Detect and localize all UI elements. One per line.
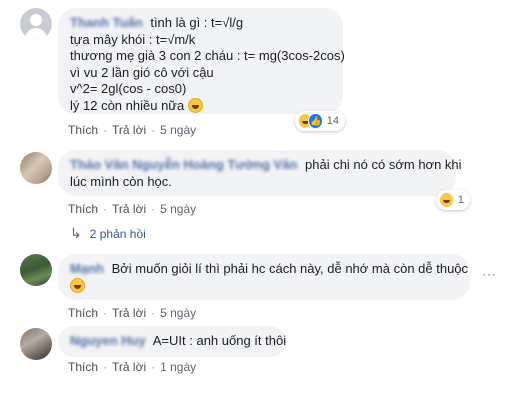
comment-timestamp[interactable]: 1 ngày: [160, 360, 196, 374]
comment-text: A=UIt : anh uống ít thôi: [152, 333, 287, 348]
comment-line: Mạnh Bởi muốn giỏi lí thì phải hc cách n…: [70, 261, 468, 278]
comment-author[interactable]: Nguyen Huy: [70, 333, 146, 348]
reply-arrow-icon: ↳: [70, 225, 82, 241]
comment-line: Thanh Tuấn tình là gì : t=√l/g: [70, 15, 331, 32]
comment-text: Bởi muốn giỏi lí thì phải hc cách này, d…: [111, 261, 469, 276]
view-replies-link[interactable]: ↳ 2 phản hồi: [70, 225, 146, 242]
comment-timestamp[interactable]: 5 ngày: [160, 306, 196, 320]
reaction-count: 14: [326, 115, 339, 127]
reaction-summary[interactable]: 1: [436, 190, 470, 210]
comment-timestamp[interactable]: 5 ngày: [160, 123, 196, 137]
comment-text: lý 12 còn nhiều nữa: [70, 97, 185, 113]
separator-dot: ·: [151, 360, 156, 374]
comment-actions: Thích · Trả lời · 5 ngày: [68, 202, 196, 216]
like-icon: 👍: [308, 113, 323, 129]
avatar[interactable]: [20, 8, 52, 40]
comment-author[interactable]: Thảo Vân Nguyễn Hoàng Tường Vân: [70, 157, 297, 172]
avatar[interactable]: [20, 254, 52, 286]
comment-bubble: Nguyen Huy A=UIt : anh uống ít thôi: [58, 326, 286, 357]
like-link[interactable]: Thích: [68, 360, 98, 374]
comment-line: [70, 277, 458, 295]
separator-dot: ·: [151, 202, 156, 216]
comment-bubble: Thảo Vân Nguyễn Hoàng Tường Vân phải chi…: [58, 150, 462, 196]
reply-link[interactable]: Trả lời: [112, 306, 146, 320]
like-link[interactable]: Thích: [68, 123, 98, 137]
reply-link[interactable]: Trả lời: [112, 202, 146, 216]
comment-line: lúc mình còn học.: [70, 173, 172, 189]
separator-dot: ·: [151, 123, 156, 137]
default-avatar-head: [30, 14, 42, 26]
replies-count-label: 2 phản hồi: [89, 226, 146, 241]
laughing-emoji-icon: [187, 97, 203, 113]
reply-link[interactable]: Trả lời: [112, 360, 146, 374]
comment-author[interactable]: Thanh Tuấn: [70, 15, 143, 30]
more-options-button[interactable]: ⋯: [482, 266, 497, 283]
comment-text: tình là gì : t=√l/g: [150, 15, 244, 30]
like-link[interactable]: Thích: [68, 306, 98, 320]
comment-timestamp[interactable]: 5 ngày: [160, 202, 196, 216]
reaction-summary[interactable]: 👍 14: [295, 111, 345, 131]
comment-line: lý 12 còn nhiều nữa: [70, 97, 331, 115]
reaction-count: 1: [457, 194, 464, 206]
separator-dot: ·: [103, 360, 108, 374]
comment-bubble: Thanh Tuấn tình là gì : t=√l/g tựa mây k…: [58, 8, 345, 115]
comment-actions: Thích · Trả lời · 5 ngày: [68, 123, 196, 137]
default-avatar-body: [25, 28, 47, 40]
comment-text: phải chi nó có sớm hơn khi: [305, 157, 462, 172]
comment-bubble: Mạnh Bởi muốn giỏi lí thì phải hc cách n…: [58, 254, 470, 300]
comment-actions: Thích · Trả lời · 5 ngày: [68, 306, 196, 320]
separator-dot: ·: [151, 306, 156, 320]
laughing-emoji-icon: [70, 277, 85, 293]
separator-dot: ·: [103, 202, 108, 216]
avatar[interactable]: [20, 328, 52, 360]
separator-dot: ·: [103, 123, 108, 137]
comment-line: thương mẹ già 3 con 2 cháu : t= mg(3cos-…: [70, 48, 345, 63]
comment-actions: Thích · Trả lời · 1 ngày: [68, 360, 196, 374]
comment-line: Nguyen Huy A=UIt : anh uống ít thôi: [70, 333, 286, 350]
comment-line: v^2= 2gl(cos - cos0): [70, 81, 187, 96]
comment-line: vì vu 2 lần gió cô với cậu: [70, 64, 214, 80]
more-horizontal-icon: ⋯: [482, 266, 497, 282]
separator-dot: ·: [103, 306, 108, 320]
comment-line: tựa mây khói : t=√m/k: [70, 31, 196, 47]
avatar[interactable]: [20, 152, 52, 184]
haha-icon: [439, 192, 454, 208]
like-link[interactable]: Thích: [68, 202, 98, 216]
comment-line: Thảo Vân Nguyễn Hoàng Tường Vân phải chi…: [70, 157, 462, 174]
reply-link[interactable]: Trả lời: [112, 123, 146, 137]
comment-author[interactable]: Mạnh: [70, 261, 104, 276]
